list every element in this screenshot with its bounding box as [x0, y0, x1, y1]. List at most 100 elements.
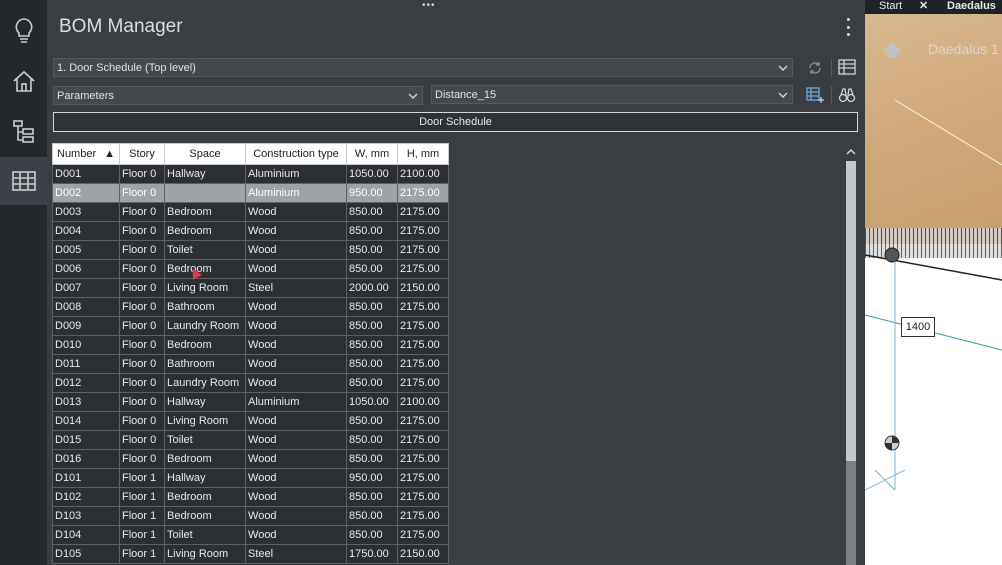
table-cell[interactable]: Floor 0 [119, 259, 166, 279]
table-cell[interactable]: Floor 0 [119, 449, 166, 469]
table-cell[interactable]: 2175.00 [397, 183, 450, 203]
table-cell[interactable]: 950.00 [346, 183, 399, 203]
table-row[interactable]: D015 Floor 0 Toilet Wood 850.00 2175.00 [51, 430, 450, 450]
table-cell[interactable]: D102 [51, 487, 121, 507]
table-cell[interactable]: Wood [245, 202, 348, 222]
table-cell[interactable]: 2175.00 [397, 354, 450, 374]
door-schedule-button[interactable]: Door Schedule [53, 112, 858, 132]
table-cell[interactable]: Wood [245, 221, 348, 241]
table-row[interactable]: D011 Floor 0 Bathroom Wood 850.00 2175.00 [51, 354, 450, 374]
table-cell[interactable]: Floor 0 [119, 183, 166, 203]
add-table-icon[interactable] [805, 85, 825, 105]
table-cell[interactable]: 2175.00 [397, 316, 450, 336]
table-cell[interactable]: D006 [51, 259, 121, 279]
table-cell[interactable]: Floor 0 [119, 278, 166, 298]
table-cell[interactable]: Hallway [164, 468, 247, 488]
table-cell[interactable]: 1050.00 [346, 164, 399, 184]
table-cell[interactable]: Living Room [164, 544, 247, 564]
table-cell[interactable]: Floor 0 [119, 354, 166, 374]
table-cell[interactable]: Wood [245, 430, 348, 450]
table-cell[interactable]: 950.00 [346, 468, 399, 488]
tree-button[interactable] [0, 107, 47, 155]
table-cell[interactable]: D012 [51, 373, 121, 393]
table-cell[interactable]: Laundry Room [164, 373, 247, 393]
table-cell[interactable]: 2175.00 [397, 202, 450, 222]
table-row[interactable]: D009 Floor 0 Laundry Room Wood 850.00 2175.00 [51, 316, 450, 336]
table-cell[interactable]: Wood [245, 468, 348, 488]
table-cell[interactable]: Bedroom [164, 202, 247, 222]
table-cell[interactable]: Aluminium [245, 183, 348, 203]
table-cell[interactable]: Wood [245, 506, 348, 526]
column-header[interactable]: Space [164, 143, 247, 165]
table-cell[interactable]: Floor 1 [119, 506, 166, 526]
table-cell[interactable]: 2175.00 [397, 449, 450, 469]
table-cell[interactable]: Living Room [164, 278, 247, 298]
table-cell[interactable]: 1750.00 [346, 544, 399, 564]
drag-handle[interactable]: ••• [422, 0, 436, 11]
table-cell[interactable]: Floor 1 [119, 525, 166, 545]
column-header[interactable]: Number ▲ [51, 143, 121, 165]
table-cell[interactable]: Floor 1 [119, 544, 166, 564]
table-cell[interactable]: Toilet [164, 240, 247, 260]
table-cell[interactable]: 850.00 [346, 449, 399, 469]
vertical-scrollbar[interactable] [843, 143, 859, 565]
column-header[interactable]: W, mm [346, 143, 399, 165]
table-row[interactable]: D008 Floor 0 Bathroom Wood 850.00 2175.00 [51, 297, 450, 317]
table-button[interactable] [0, 157, 47, 205]
table-cell[interactable]: Wood [245, 411, 348, 431]
table-cell[interactable]: Floor 0 [119, 164, 166, 184]
table-cell[interactable]: 850.00 [346, 316, 399, 336]
table-cell[interactable]: 2100.00 [397, 392, 450, 412]
table-row[interactable]: D002 Floor 0 Aluminium 950.00 2175.00 [51, 183, 450, 203]
lightbulb-button[interactable] [0, 6, 47, 54]
table-cell[interactable]: 2175.00 [397, 487, 450, 507]
table-cell[interactable]: Wood [245, 525, 348, 545]
table-cell[interactable]: Bedroom [164, 259, 247, 279]
table-cell[interactable]: Wood [245, 487, 348, 507]
table-cell[interactable]: Floor 0 [119, 335, 166, 355]
table-cell[interactable]: D007 [51, 278, 121, 298]
table-cell[interactable]: Bedroom [164, 449, 247, 469]
table-cell[interactable]: Laundry Room [164, 316, 247, 336]
table-row[interactable]: D003 Floor 0 Bedroom Wood 850.00 2175.00 [51, 202, 450, 222]
table-cell[interactable]: 850.00 [346, 354, 399, 374]
scroll-up-icon[interactable] [845, 146, 857, 158]
table-cell[interactable]: D105 [51, 544, 121, 564]
table-cell[interactable]: 850.00 [346, 411, 399, 431]
table-cell[interactable]: Floor 0 [119, 316, 166, 336]
table-cell[interactable]: D014 [51, 411, 121, 431]
table-settings-icon[interactable] [837, 57, 857, 77]
table-cell[interactable]: Floor 0 [119, 202, 166, 222]
table-row[interactable]: D001 Floor 0 Hallway Aluminium 1050.00 2100.0… [51, 164, 450, 184]
table-cell[interactable]: D005 [51, 240, 121, 260]
table-cell[interactable]: 2175.00 [397, 468, 450, 488]
scroll-thumb[interactable] [846, 161, 856, 461]
table-row[interactable]: D012 Floor 0 Laundry Room Wood 850.00 2175.00 [51, 373, 450, 393]
table-cell[interactable]: Bedroom [164, 487, 247, 507]
table-cell[interactable]: Bedroom [164, 506, 247, 526]
table-row[interactable]: D104 Floor 1 Toilet Wood 850.00 2175.00 [51, 525, 450, 545]
table-cell[interactable]: Floor 0 [119, 297, 166, 317]
table-cell[interactable]: 2175.00 [397, 335, 450, 355]
table-cell[interactable]: 850.00 [346, 259, 399, 279]
table-cell[interactable]: 850.00 [346, 221, 399, 241]
table-row[interactable]: D007 Floor 0 Living Room Steel 2000.00 2150.0… [51, 278, 450, 298]
table-row[interactable]: D006 Floor 0 Bedroom Wood 850.00 2175.00 [51, 259, 450, 279]
table-row[interactable]: D014 Floor 0 Living Room Wood 850.00 2175.00 [51, 411, 450, 431]
table-cell[interactable]: Wood [245, 335, 348, 355]
table-cell[interactable]: D003 [51, 202, 121, 222]
table-cell[interactable]: Wood [245, 449, 348, 469]
table-cell[interactable]: 850.00 [346, 430, 399, 450]
table-cell[interactable]: Floor 1 [119, 468, 166, 488]
more-menu-icon[interactable] [845, 18, 851, 36]
table-cell[interactable]: D013 [51, 392, 121, 412]
table-cell[interactable]: 2175.00 [397, 525, 450, 545]
table-row[interactable]: D105 Floor 1 Living Room Steel 1750.00 2150.0… [51, 544, 450, 564]
table-cell[interactable]: Toilet [164, 430, 247, 450]
table-cell[interactable]: Steel [245, 278, 348, 298]
table-cell[interactable]: Wood [245, 297, 348, 317]
table-cell[interactable]: D009 [51, 316, 121, 336]
table-cell[interactable]: D104 [51, 525, 121, 545]
table-cell[interactable]: 2150.00 [397, 544, 450, 564]
dimension-label[interactable]: 1400 [901, 317, 935, 337]
